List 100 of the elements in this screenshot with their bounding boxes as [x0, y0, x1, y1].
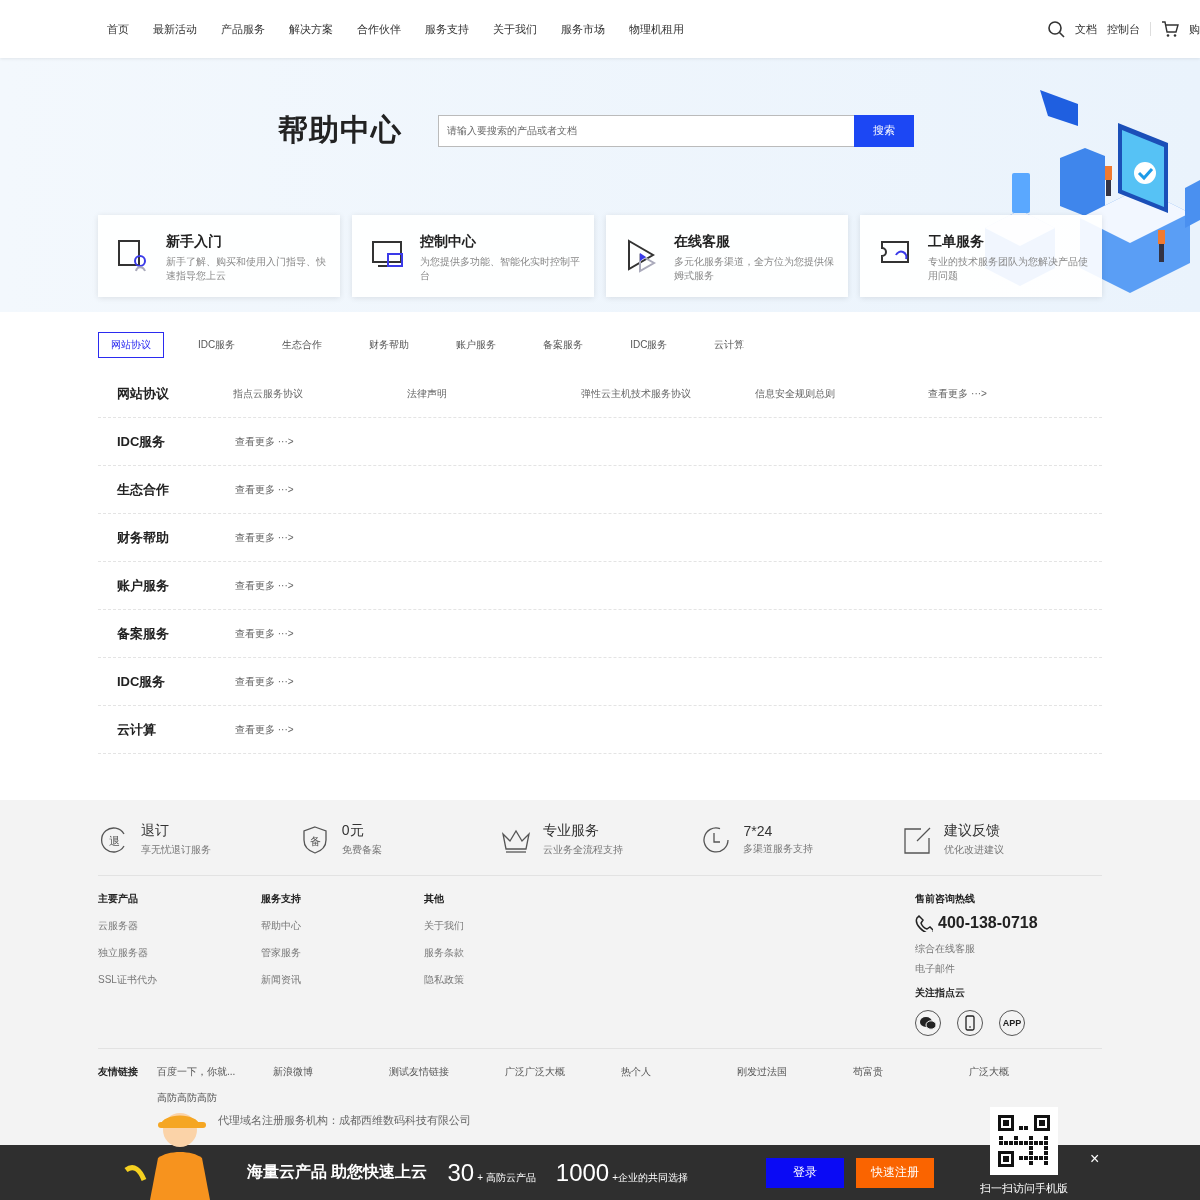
nav-link[interactable]: 解决方案	[289, 21, 333, 37]
mobile-phone-icon	[965, 1015, 975, 1031]
wechat-icon	[920, 1016, 936, 1030]
more-link[interactable]: 查看更多 ···>	[235, 626, 411, 641]
card-description: 新手了解、购买和使用入门指导、快速指导您上云	[166, 255, 326, 283]
nav-link[interactable]: 服务支持	[425, 21, 469, 37]
phone-icon	[915, 914, 933, 932]
category-tab[interactable]: 网站协议	[98, 332, 164, 358]
more-link[interactable]: 查看更多 ···>	[235, 482, 411, 497]
card-title: 在线客服	[674, 233, 731, 251]
document-link[interactable]: 信息安全规则总则	[754, 386, 929, 401]
contact-link[interactable]: 综合在线客服	[915, 942, 1038, 956]
nav-link[interactable]: 最新活动	[153, 21, 197, 37]
login-button[interactable]: 登录	[766, 1157, 844, 1188]
nav-link[interactable]: 产品服务	[221, 21, 265, 37]
more-link[interactable]: 查看更多 ···>	[235, 578, 411, 593]
feature-subtitle: 多渠道服务支持	[743, 842, 814, 856]
document-link[interactable]: 弹性云主机技术服务协议	[580, 386, 755, 401]
nav-link[interactable]: 服务市场	[561, 21, 605, 37]
more-link[interactable]: 查看更多 ···>	[235, 434, 411, 449]
close-button[interactable]: ×	[1088, 1150, 1102, 1168]
page-title: 帮助中心	[278, 112, 402, 148]
more-link[interactable]: 查看更多 ···>	[235, 722, 411, 737]
service-card[interactable]: 在线客服 多元化服务渠道，全方位为您提供保姆式服务	[606, 215, 848, 297]
friend-link[interactable]: 刚发过法国	[737, 1065, 853, 1079]
category-title: IDC服务	[116, 432, 167, 451]
service-card[interactable]: 工单服务 专业的技术服务团队为您解决产品使用问题	[860, 215, 1102, 297]
feature-subtitle: 免费备案	[341, 843, 382, 857]
stat-label: +企业的共同选择	[612, 1170, 688, 1185]
friend-link[interactable]: 苟富贵	[853, 1065, 969, 1079]
footer-link[interactable]: 新闻资讯	[261, 973, 424, 987]
friend-link[interactable]: 热个人	[621, 1065, 737, 1079]
feature-subtitle: 优化改进建议	[944, 843, 1005, 857]
category-title: 云计算	[116, 720, 157, 739]
footer-link[interactable]: 独立服务器	[98, 946, 261, 960]
category-title: IDC服务	[116, 672, 167, 691]
feature-title: 退订	[141, 822, 170, 840]
column-heading: 主要产品	[98, 892, 139, 906]
feature-title: 专业服务	[542, 822, 600, 840]
feature-title: 建议反馈	[944, 822, 1002, 840]
search-button[interactable]: 搜索	[854, 114, 914, 147]
document-link[interactable]: 法律声明	[407, 386, 581, 401]
column-heading: 其他	[424, 892, 445, 906]
category-tab[interactable]: IDC服务	[185, 332, 249, 358]
search-icon	[1047, 20, 1065, 38]
nav-link[interactable]: 合作伙伴	[357, 21, 401, 37]
nav-link[interactable]: 控制台	[1107, 21, 1140, 37]
follow-heading: 关注指点云	[915, 986, 966, 1000]
feature-subtitle: 享无忧退订服务	[141, 843, 211, 857]
category-tab[interactable]: IDC服务	[617, 332, 681, 358]
document-link[interactable]: 指点云服务协议	[233, 386, 408, 401]
category-tab[interactable]: 账户服务	[443, 332, 510, 358]
stat-number: 1000	[555, 1158, 610, 1187]
friend-link[interactable]: 测试友情链接	[389, 1065, 505, 1079]
phone-number: 400-138-0718	[938, 914, 1038, 932]
friend-link[interactable]: 广泛广泛大概	[505, 1065, 621, 1079]
more-link[interactable]: 查看更多 ···>	[235, 674, 411, 689]
nav-link[interactable]: 文档	[1075, 21, 1097, 37]
friend-link[interactable]: 高防高防高防	[157, 1091, 273, 1105]
stat-number: 30	[447, 1158, 475, 1187]
category-tab[interactable]: 财务帮助	[356, 332, 423, 358]
footer-link[interactable]: 管家服务	[261, 946, 424, 960]
qr-code	[990, 1107, 1058, 1175]
stat-label: + 高防云产品	[477, 1170, 536, 1185]
friend-link[interactable]: 新浪微博	[273, 1065, 389, 1079]
friend-link[interactable]: 百度一下，你就...	[157, 1065, 273, 1079]
more-link[interactable]: 查看更多 ···>	[928, 386, 1102, 401]
category-tab[interactable]: 云计算	[701, 332, 758, 358]
feature-title: 0元	[341, 822, 365, 840]
category-title: 备案服务	[116, 624, 170, 643]
category-tab[interactable]: 备案服务	[530, 332, 597, 358]
category-title: 生态合作	[116, 480, 170, 499]
footer-link[interactable]: 关于我们	[424, 919, 587, 933]
more-link[interactable]: 查看更多 ···>	[235, 530, 411, 545]
promo-slogan: 海量云产品 助您快速上云	[247, 1162, 428, 1182]
nav-link[interactable]: 关于我们	[493, 21, 537, 37]
card-description: 专业的技术服务团队为您解决产品使用问题	[928, 255, 1088, 283]
card-title: 控制中心	[420, 233, 477, 251]
footer-link[interactable]: 帮助中心	[261, 919, 424, 933]
hotline-heading: 售前咨询热线	[915, 892, 976, 906]
service-card[interactable]: 控制中心 为您提供多功能、智能化实时控制平台	[352, 215, 594, 297]
category-tab[interactable]: 生态合作	[269, 332, 336, 358]
cart-link[interactable]: 购	[1189, 21, 1200, 37]
contact-link[interactable]: 电子邮件	[915, 962, 1038, 976]
friend-link[interactable]: 广泛大概	[969, 1065, 1085, 1079]
feature-title: 7*24	[743, 823, 774, 839]
feature-subtitle: 云业务全流程支持	[542, 843, 623, 857]
card-description: 为您提供多功能、智能化实时控制平台	[420, 255, 580, 283]
footer-link[interactable]: 云服务器	[98, 919, 261, 933]
footer-link[interactable]: SSL证书代办	[98, 973, 261, 987]
nav-link[interactable]: 首页	[107, 21, 129, 37]
friend-links-label: 友情链接	[98, 1065, 139, 1079]
footer-link[interactable]: 隐私政策	[424, 973, 587, 987]
search-field[interactable]: 请输入要搜索的产品或者文档	[438, 114, 854, 147]
card-description: 多元化服务渠道，全方位为您提供保姆式服务	[674, 255, 834, 283]
card-title: 工单服务	[928, 233, 985, 251]
service-card[interactable]: 新手入门 新手了解、购买和使用入门指导、快速指导您上云	[98, 215, 340, 297]
qr-caption: 扫一扫访问手机版	[980, 1181, 1068, 1196]
footer-link[interactable]: 服务条款	[424, 946, 587, 960]
nav-link[interactable]: 物理机租用	[629, 21, 684, 37]
